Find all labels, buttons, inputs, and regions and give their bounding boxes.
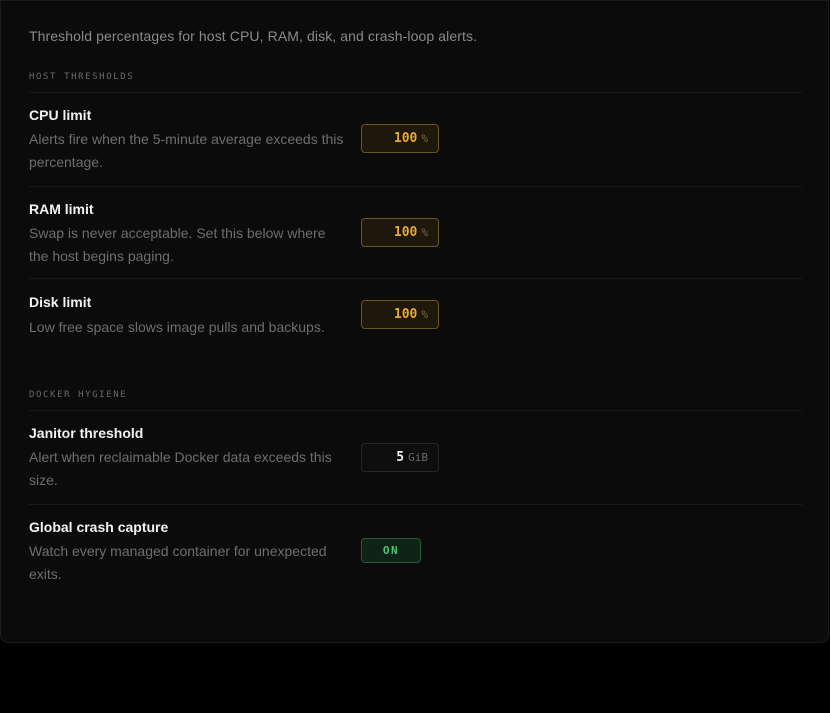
cpu-limit-value: 100 <box>393 131 418 146</box>
row-divider <box>29 186 802 187</box>
ram-limit-description: Swap is never acceptable. Set this below… <box>29 225 326 264</box>
janitor-threshold-value: 5 <box>396 450 405 465</box>
percent-unit: % <box>421 132 428 145</box>
cpu-limit-input[interactable]: 100 % <box>361 124 439 153</box>
ram-limit-value: 100 <box>393 225 418 240</box>
cpu-limit-description: Alerts fire when the 5-minute average ex… <box>29 131 344 170</box>
janitor-threshold-label: Janitor threshold <box>29 425 144 441</box>
global-crash-capture-label: Global crash capture <box>29 519 169 535</box>
section-divider <box>29 410 802 411</box>
percent-unit: % <box>421 308 428 321</box>
cpu-limit-label: CPU limit <box>29 107 92 123</box>
row-divider <box>29 504 802 505</box>
janitor-threshold-description: Alert when reclaimable Docker data excee… <box>29 449 332 488</box>
section-divider <box>29 92 802 93</box>
row-divider <box>29 278 802 279</box>
gib-unit: GiB <box>408 451 428 464</box>
disk-limit-description: Low free space slows image pulls and bac… <box>29 319 325 335</box>
section-title-docker-hygiene: DOCKER HYGIENE <box>29 390 128 400</box>
global-crash-capture-toggle[interactable]: ON <box>361 538 421 563</box>
global-crash-capture-description: Watch every managed container for unexpe… <box>29 543 327 582</box>
ram-limit-input[interactable]: 100 % <box>361 218 439 247</box>
percent-unit: % <box>421 226 428 239</box>
disk-limit-input[interactable]: 100 % <box>361 300 439 329</box>
janitor-threshold-input[interactable]: 5 GiB <box>361 443 439 472</box>
disk-limit-label: Disk limit <box>29 294 92 310</box>
section-title-host-thresholds: HOST THRESHOLDS <box>29 72 135 82</box>
disk-limit-value: 100 <box>393 307 418 322</box>
settings-panel: Threshold percentages for host CPU, RAM,… <box>0 0 829 643</box>
ram-limit-label: RAM limit <box>29 201 94 217</box>
panel-intro: Threshold percentages for host CPU, RAM,… <box>29 28 478 44</box>
